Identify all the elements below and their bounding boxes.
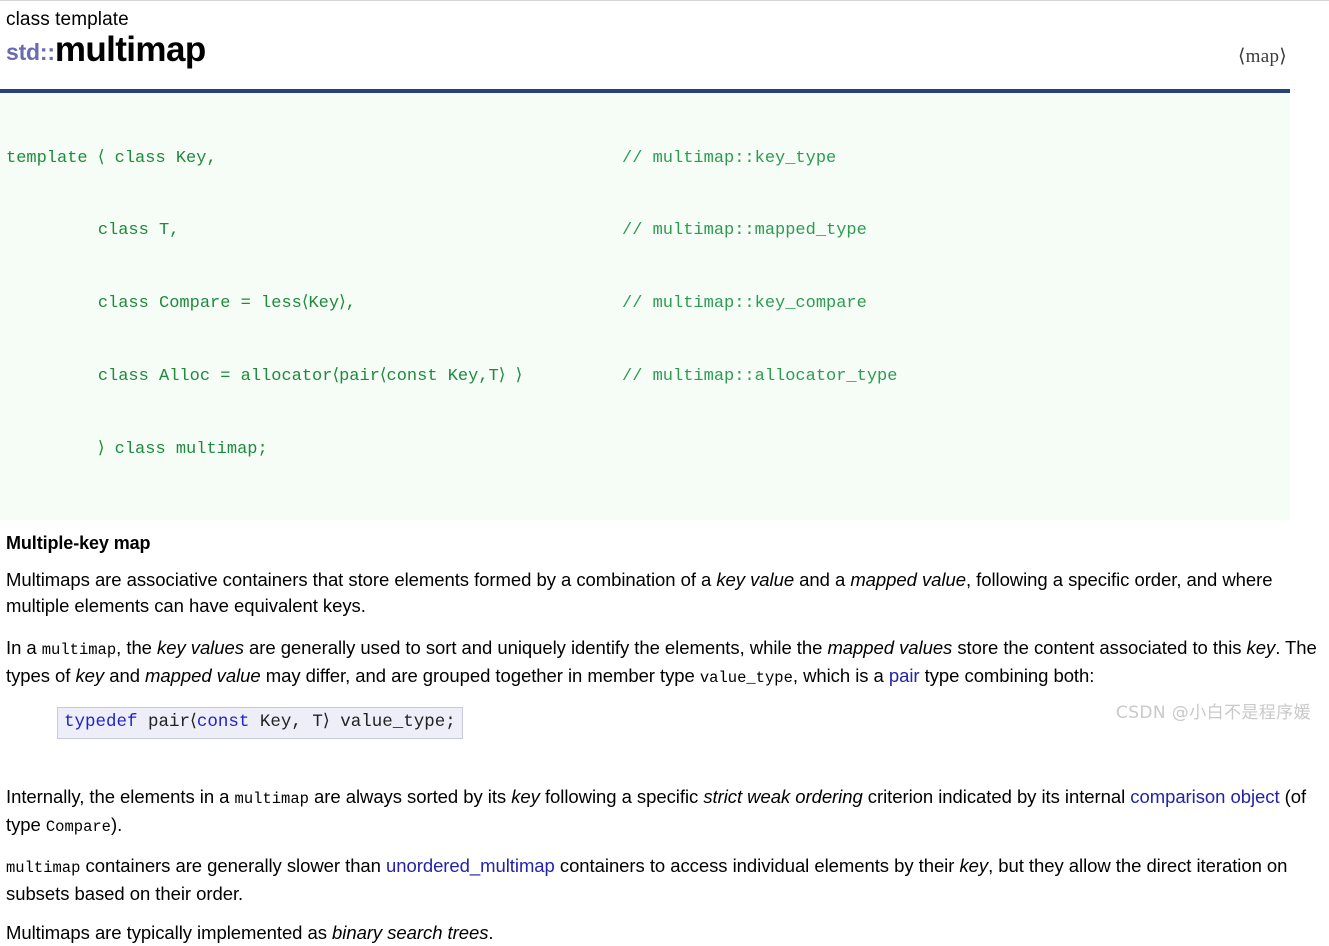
prototype-code-block: template ⟨ class Key, // multimap::key_t… — [0, 89, 1290, 521]
prototype-comment: // multimap::key_type — [622, 148, 837, 168]
keyword-const: const — [196, 712, 250, 733]
inline-code-multimap: multimap — [234, 790, 309, 809]
text-fragment: store the content associated to this — [952, 637, 1247, 659]
prototype-line: template ⟨ class Key, // multimap::key_t… — [6, 147, 1290, 171]
emphasis-key-values: key values — [157, 637, 244, 659]
typedef-sample-box: typedef pair⟨const Key, T⟩ value_type; — [57, 707, 463, 740]
include-header-label: ⟨map⟩ — [1237, 46, 1287, 67]
text-fragment: Internally, the elements in a — [6, 786, 235, 808]
text-fragment: ). — [110, 814, 123, 836]
prototype-line: class Alloc = allocator⟨pair⟨const Key,T… — [6, 365, 1290, 389]
paragraph-performance: multimap containers are generally slower… — [6, 853, 1323, 907]
text-fragment: and — [104, 665, 146, 687]
prototype-comment: // multimap::key_compare — [622, 294, 867, 314]
text-fragment: may differ, and are grouped together in … — [260, 665, 700, 687]
text-fragment: In a — [6, 637, 42, 659]
link-pair[interactable]: pair — [889, 665, 920, 686]
emphasis-key: key — [75, 665, 105, 687]
inline-code-compare: Compare — [45, 818, 111, 837]
text-fragment: and a — [794, 569, 851, 591]
emphasis-strict-weak-ordering: strict weak ordering — [703, 786, 863, 808]
paragraph-internal-ordering: Internally, the elements in a multimap a… — [6, 784, 1323, 840]
sample-text: pair⟨ — [137, 712, 197, 733]
sample-text: Key, T⟩ value_type; — [249, 712, 456, 733]
link-unordered-multimap[interactable]: unordered_multimap — [386, 855, 555, 876]
emphasis-binary-search-trees: binary search trees — [332, 922, 489, 944]
reference-page: class template std:: multimap ⟨map⟩ temp… — [0, 0, 1329, 943]
watermark: CSDN @小白不是程序媛 — [1115, 703, 1311, 723]
page-header: class template std:: multimap ⟨map⟩ — [0, 1, 1329, 89]
prototype-code-text: class Compare = less⟨Key⟩, — [6, 294, 356, 314]
title-namespace: std:: — [6, 39, 55, 65]
emphasis-key-value: key value — [716, 569, 795, 591]
text-fragment: type combining both: — [919, 665, 1095, 687]
page-title: std:: multimap — [6, 32, 1329, 68]
inline-code-multimap: multimap — [6, 859, 81, 878]
link-comparison-object[interactable]: comparison object — [1130, 786, 1279, 807]
text-fragment: containers are generally slower than — [80, 855, 386, 877]
text-fragment: criterion indicated by its internal — [862, 786, 1131, 808]
text-fragment: . — [488, 922, 494, 944]
prototype-code-text: class T, — [6, 221, 180, 241]
title-name: multimap — [54, 30, 206, 69]
paragraph-overview: Multimaps are associative containers tha… — [6, 567, 1323, 619]
page-content: Multiple-key map Multimaps are associati… — [0, 532, 1329, 946]
prototype-code: template ⟨ class Key, // multimap::key_t… — [6, 98, 1290, 511]
text-fragment: following a specific — [539, 786, 704, 808]
paragraph-implementation: Multimaps are typically implemented as b… — [6, 920, 1323, 946]
emphasis-key: key — [959, 855, 989, 877]
text-fragment: Multimaps are associative containers tha… — [6, 569, 717, 591]
inline-code-multimap: multimap — [41, 641, 117, 660]
text-fragment: , the — [116, 637, 158, 659]
text-fragment: , which is a — [792, 665, 889, 687]
prototype-comment: // multimap::mapped_type — [622, 221, 867, 241]
prototype-code-text: template ⟨ class Key, — [6, 148, 217, 168]
prototype-line: ⟩ class multimap; — [6, 438, 1290, 462]
text-fragment: containers to access individual elements… — [554, 855, 960, 877]
paragraph-key-values: In a multimap, the key values are genera… — [6, 635, 1323, 691]
prototype-line: class T, // multimap::mapped_type — [6, 219, 1290, 243]
text-fragment: Multimaps are typically implemented as — [6, 922, 333, 944]
text-fragment: are always sorted by its — [308, 786, 512, 808]
prototype-comment: // multimap::allocator_type — [622, 367, 898, 387]
emphasis-mapped-value: mapped value — [850, 569, 966, 591]
emphasis-mapped-value: mapped value — [145, 665, 261, 687]
keyword-typedef: typedef — [64, 712, 138, 733]
section-heading: Multiple-key map — [6, 533, 151, 554]
prototype-line: class Compare = less⟨Key⟩, // multimap::… — [6, 292, 1290, 316]
emphasis-key: key — [511, 786, 540, 808]
emphasis-mapped-values: mapped values — [827, 637, 953, 659]
prototype-code-text: ⟩ class multimap; — [6, 440, 268, 460]
page-kicker: class template — [6, 9, 129, 30]
text-fragment: are generally used to sort and uniquely … — [243, 637, 828, 659]
prototype-code-text: class Alloc = allocator⟨pair⟨const Key,T… — [6, 367, 523, 387]
inline-code-value-type: value_type — [699, 669, 793, 688]
emphasis-key: key — [1246, 637, 1276, 659]
